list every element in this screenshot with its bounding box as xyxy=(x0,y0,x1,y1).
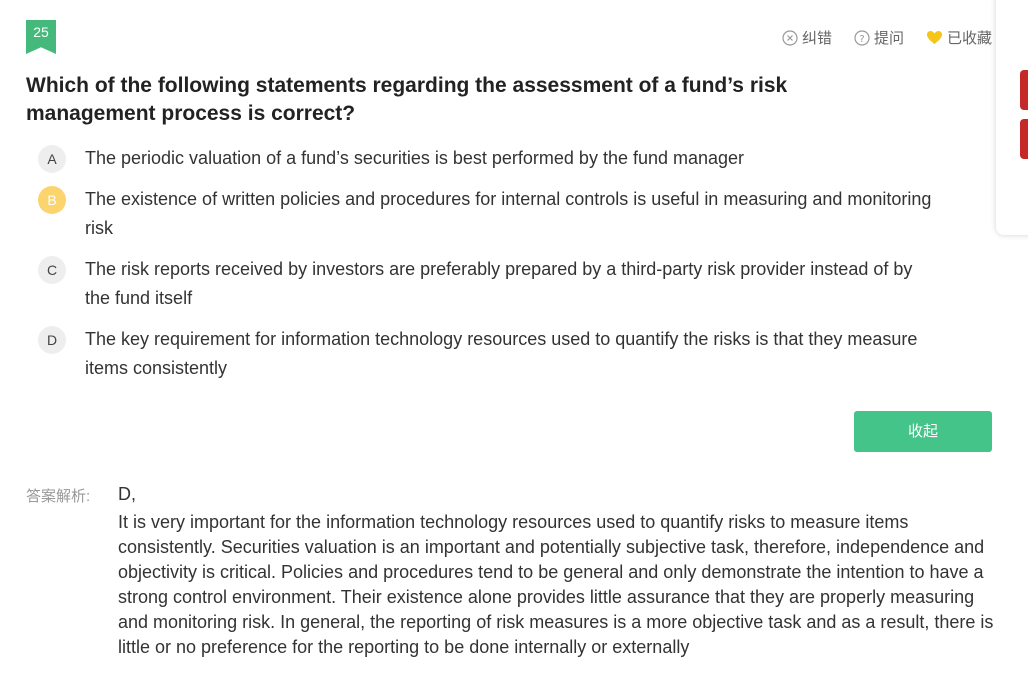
collapse-button[interactable]: 收起 xyxy=(854,411,992,452)
side-panel xyxy=(996,0,1028,235)
side-tab-bottom[interactable] xyxy=(1020,119,1028,159)
ask-question-button[interactable]: ? 提问 xyxy=(854,27,904,48)
option-d[interactable]: D The key requirement for information te… xyxy=(38,325,938,383)
analysis-text: It is very important for the information… xyxy=(118,512,994,657)
option-text: The key requirement for information tech… xyxy=(85,329,918,378)
options-list: A The periodic valuation of a fund’s sec… xyxy=(38,144,938,395)
question-circle-icon: ? xyxy=(854,29,870,46)
option-letter: D xyxy=(38,326,66,354)
favorite-label: 已收藏 xyxy=(946,30,992,47)
ask-question-label: 提问 xyxy=(873,30,904,47)
option-text: The existence of written policies and pr… xyxy=(85,189,932,238)
favorite-button[interactable]: 已收藏 xyxy=(926,27,992,48)
side-tab-top[interactable] xyxy=(1020,70,1028,110)
question-number-badge: 25 xyxy=(26,20,56,54)
report-error-label: 纠错 xyxy=(801,30,832,47)
option-b[interactable]: B The existence of written policies and … xyxy=(38,185,938,243)
option-text: The risk reports received by investors a… xyxy=(85,259,913,308)
option-letter: A xyxy=(38,145,66,173)
question-text: Which of the following statements regard… xyxy=(26,74,788,125)
option-letter: C xyxy=(38,256,66,284)
analysis-answer: D, xyxy=(118,484,136,504)
option-a[interactable]: A The periodic valuation of a fund’s sec… xyxy=(38,144,938,173)
option-text: The periodic valuation of a fund’s secur… xyxy=(85,148,745,168)
close-circle-icon xyxy=(782,29,798,46)
svg-text:?: ? xyxy=(859,34,864,45)
question-actions: 纠错 ? 提问 已收藏 xyxy=(782,27,992,48)
heart-icon xyxy=(926,30,942,44)
option-letter: B xyxy=(38,186,66,214)
analysis-label: 答案解析: xyxy=(26,488,91,505)
option-c[interactable]: C The risk reports received by investors… xyxy=(38,255,938,313)
report-error-button[interactable]: 纠错 xyxy=(782,27,832,48)
